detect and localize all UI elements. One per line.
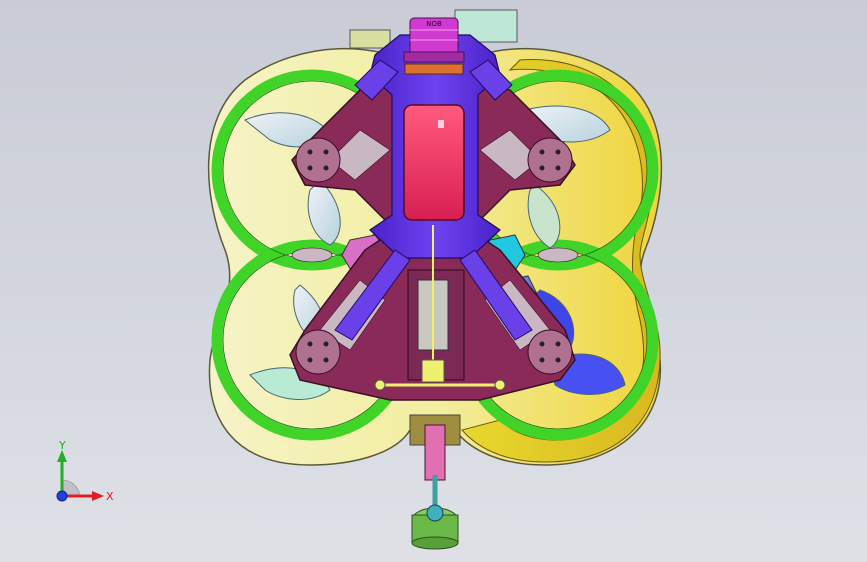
y-axis-label: Y	[58, 440, 66, 452]
x-axis-label: X	[106, 490, 114, 503]
tail-mount	[409, 414, 461, 550]
cad-viewport[interactable]: NOB Y X	[0, 0, 867, 562]
battery	[403, 104, 465, 221]
coordinate-triad[interactable]: Y X	[40, 440, 120, 510]
camera-label: NOB	[426, 20, 442, 28]
drone-model[interactable]: NOB	[0, 0, 867, 562]
